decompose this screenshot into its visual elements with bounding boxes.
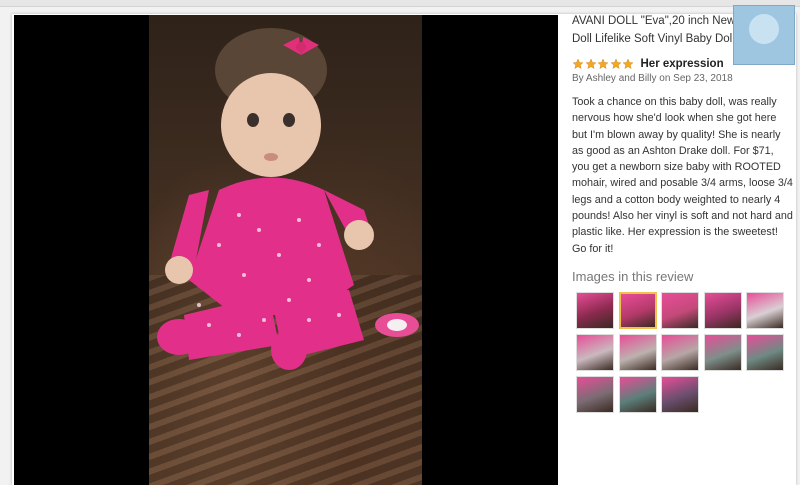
- star-icon: [610, 58, 621, 69]
- review-thumbnail[interactable]: [703, 291, 742, 329]
- review-image-viewer[interactable]: [14, 15, 558, 485]
- browser-top-strip: [0, 0, 800, 7]
- review-thumbnail[interactable]: [661, 333, 699, 371]
- review-thumbnail[interactable]: [661, 291, 699, 329]
- review-photo-doll: [149, 15, 422, 485]
- review-thumbnail[interactable]: [576, 375, 614, 413]
- review-byline: By Ashley and Billy on Sep 23, 2018: [572, 73, 733, 84]
- review-info-panel: AVANI DOLL "Eva",20 inch Newborn Baby Do…: [572, 12, 796, 413]
- review-thumbnail[interactable]: [576, 333, 614, 371]
- review-body: Took a chance on this baby doll, was rea…: [572, 96, 793, 255]
- review-thumbnail[interactable]: [618, 333, 657, 371]
- star-icon: [597, 58, 609, 69]
- review-thumbnails: [576, 291, 796, 413]
- doll-illustration: [157, 28, 419, 370]
- review-title: Her expression: [640, 58, 724, 70]
- review-thumbnail[interactable]: [703, 333, 742, 371]
- star-icon: [572, 58, 584, 69]
- star-icon: [622, 58, 634, 69]
- review-thumbnail[interactable]: [661, 375, 699, 413]
- star-icon: [585, 58, 596, 69]
- logo-mark-icon: [749, 14, 779, 44]
- review-thumbnail[interactable]: [618, 375, 657, 413]
- review-thumbnail[interactable]: [746, 333, 784, 371]
- watermark-logo: [733, 5, 795, 65]
- star-rating: [572, 58, 635, 70]
- images-section-heading: Images in this review: [572, 268, 694, 284]
- review-thumbnail[interactable]: [576, 291, 614, 329]
- review-thumbnail[interactable]: [746, 291, 784, 329]
- review-thumbnail[interactable]: [618, 291, 657, 329]
